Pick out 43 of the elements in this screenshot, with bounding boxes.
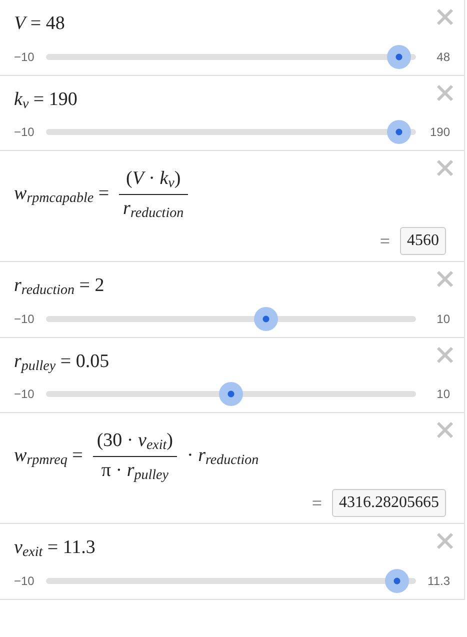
slider-max-label: 48 <box>436 48 450 66</box>
result-equals: = <box>312 492 322 514</box>
fraction-denominator: π · r$_{pulley}$ <box>100 458 170 484</box>
close-icon[interactable] <box>436 84 454 102</box>
close-icon[interactable] <box>436 532 454 550</box>
slider-min-label: −10 <box>14 572 36 590</box>
fraction-numerator: (30 · v$_{exit}$) <box>96 429 174 455</box>
slider-min-label: −10 <box>14 48 36 66</box>
expression-math: V = 48 <box>14 12 65 36</box>
slider-max-label: 11.3 <box>426 572 450 590</box>
result-value: 4316.28205665 <box>332 489 446 517</box>
slider-track[interactable] <box>46 120 416 144</box>
fraction-denominator: r$_{reduction}$ <box>122 196 185 222</box>
formula-lhs: w$_{rpmcapable}$ = <box>14 182 110 208</box>
expression-math: k$_{v}$ = 190 <box>14 88 78 114</box>
close-icon[interactable] <box>436 421 454 439</box>
slider-max-label: 10 <box>436 386 450 403</box>
slider-track[interactable] <box>46 306 416 330</box>
close-icon[interactable] <box>436 8 454 26</box>
slider-thumb[interactable] <box>219 382 243 406</box>
slider-track[interactable] <box>46 44 416 68</box>
formula-tail: · r$_{reduction}$ <box>187 444 259 470</box>
slider-thumb[interactable] <box>385 568 410 592</box>
slider-max-label: 10 <box>436 310 450 328</box>
expression-math: r$_{pulley}$ = 0.05 <box>14 350 110 376</box>
slider-thumb[interactable] <box>386 120 411 144</box>
slider-track[interactable] <box>46 568 416 592</box>
close-icon[interactable] <box>436 346 454 364</box>
expression-math: v$_{exit}$ = 11.3 <box>14 536 96 562</box>
fraction-numerator: (V · k$_{v}$) <box>124 167 182 193</box>
formula-lhs: w$_{rpmreq}$ = <box>14 444 83 470</box>
close-icon[interactable] <box>436 159 454 177</box>
slider-thumb[interactable] <box>254 306 278 330</box>
expression-math: r$_{reduction}$ = 2 <box>14 274 104 300</box>
close-icon[interactable] <box>436 270 454 288</box>
slider-thumb[interactable] <box>386 44 411 68</box>
slider-min-label: −10 <box>14 310 36 328</box>
result-value: 4560 <box>400 227 446 255</box>
slider-min-label: −10 <box>14 124 36 141</box>
slider-max-label: 190 <box>428 124 450 141</box>
slider-track[interactable] <box>46 382 416 406</box>
slider-min-label: −10 <box>14 386 36 403</box>
result-equals: = <box>380 230 390 252</box>
